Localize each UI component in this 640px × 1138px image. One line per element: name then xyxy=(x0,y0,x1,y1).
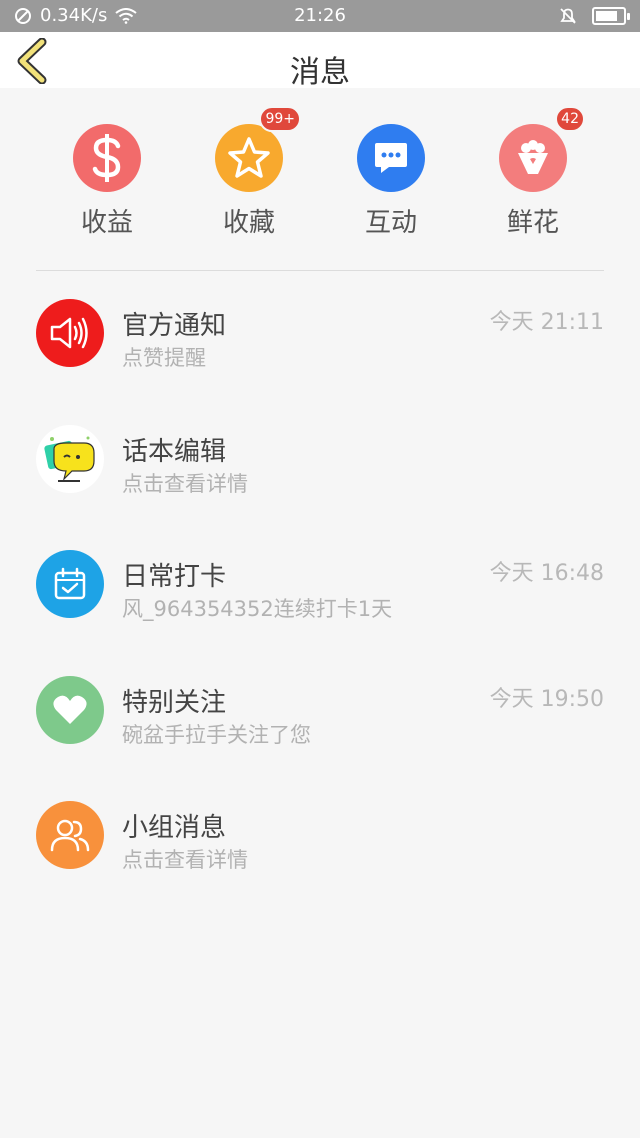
badge-count: 42 xyxy=(555,106,585,132)
calendar-check-icon xyxy=(36,550,104,618)
grid-item-favorites[interactable]: 99+ 收藏 xyxy=(199,106,301,239)
editor-avatar-icon xyxy=(36,424,104,493)
status-time: 21:26 xyxy=(294,5,346,26)
item-subtitle: 点赞提醒 xyxy=(122,346,206,370)
item-subtitle: 碗盆手拉手关注了您 xyxy=(122,722,311,747)
item-title: 小组消息 xyxy=(122,813,227,843)
item-subtitle: 点击查看详情 xyxy=(122,471,248,496)
divider xyxy=(36,270,604,271)
grid-label: 收益 xyxy=(80,208,133,238)
item-title: 日常打卡 xyxy=(122,562,227,592)
item-title: 特别关注 xyxy=(122,687,227,718)
grid-item-flowers[interactable]: 42 鲜花 xyxy=(483,106,585,239)
list-item-editor[interactable]: 话本编辑 点击查看详情 xyxy=(0,398,640,524)
grid-label: 互动 xyxy=(364,208,417,238)
category-grid: 收益 99+ 收藏 互动 42 鲜花 xyxy=(0,88,640,268)
chat-bubble-icon xyxy=(357,124,425,192)
list-item-group-message[interactable]: 小组消息 点击查看详情 xyxy=(0,774,640,900)
page-title: 消息 xyxy=(290,55,350,90)
item-time: 今天 19:50 xyxy=(489,686,604,712)
item-subtitle: 风_964354352连续打卡1天 xyxy=(122,597,393,621)
item-time: 今天 21:11 xyxy=(489,310,604,335)
star-icon: 99+ xyxy=(215,106,301,192)
item-time: 今天 16:48 xyxy=(489,561,604,586)
alarm-mute-icon xyxy=(560,8,576,24)
grid-label: 收藏 xyxy=(222,208,275,238)
grid-item-earnings[interactable]: 收益 xyxy=(57,124,157,239)
grid-label: 鲜花 xyxy=(506,208,559,238)
list-item-special-follow[interactable]: 特别关注 碗盆手拉手关注了您 今天 19:50 xyxy=(0,649,640,775)
item-subtitle: 点击查看详情 xyxy=(122,848,248,872)
list-item-official-notice[interactable]: 官方通知 点赞提醒 今天 21:11 xyxy=(0,272,640,398)
heart-icon xyxy=(36,675,104,744)
grid-item-interaction[interactable]: 互动 xyxy=(341,124,441,239)
speaker-icon xyxy=(36,299,104,367)
flower-bouquet-icon: 42 xyxy=(499,106,585,192)
item-title: 话本编辑 xyxy=(122,436,227,467)
battery-icon xyxy=(592,7,630,25)
dollar-icon xyxy=(73,124,141,192)
message-list: 官方通知 点赞提醒 今天 21:11 话本编辑 点击查看详情 日常打卡 风_96… xyxy=(0,272,640,900)
list-item-daily-checkin[interactable]: 日常打卡 风_964354352连续打卡1天 今天 16:48 xyxy=(0,523,640,649)
nav-bar: 消息 xyxy=(0,32,640,90)
group-icon xyxy=(36,801,104,869)
item-title: 官方通知 xyxy=(122,311,227,341)
badge-count: 99+ xyxy=(259,106,301,132)
status-bar: 0.34K/s 21:26 xyxy=(0,0,640,32)
